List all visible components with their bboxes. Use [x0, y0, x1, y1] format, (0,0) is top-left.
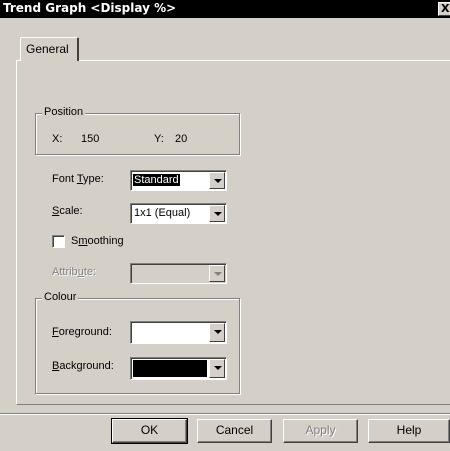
- smoothing-checkbox[interactable]: [52, 235, 65, 248]
- tab-general-label: General: [26, 42, 69, 56]
- background-label: Background:: [52, 360, 114, 372]
- chevron-down-icon[interactable]: [209, 359, 225, 378]
- cancel-button[interactable]: Cancel: [197, 419, 272, 443]
- background-color-select[interactable]: [130, 357, 227, 380]
- colour-group-label: Colour: [42, 291, 79, 303]
- smoothing-label[interactable]: Smoothing: [71, 235, 124, 247]
- scale-label: Scale:: [52, 205, 83, 217]
- chevron-down-icon[interactable]: [209, 172, 225, 189]
- foreground-color-select[interactable]: [130, 321, 227, 344]
- title-bar[interactable]: Trend Graph <Display %> X: [0, 0, 450, 18]
- close-button[interactable]: X: [438, 2, 450, 16]
- chevron-down-icon[interactable]: [209, 323, 225, 342]
- apply-button: Apply: [283, 419, 358, 443]
- scale-value: 1x1 (Equal): [134, 207, 191, 219]
- position-group: Position: [35, 106, 240, 155]
- chevron-down-icon[interactable]: [209, 205, 225, 222]
- chevron-down-icon: [209, 265, 225, 282]
- trend-graph-dialog: Trend Graph <Display %> X General Positi…: [0, 0, 450, 451]
- button-separator: [0, 413, 450, 415]
- position-y-value: 20: [175, 133, 188, 145]
- position-x-value: 150: [81, 133, 100, 145]
- attribute-select: [130, 263, 227, 284]
- font-type-label: Font Type:: [52, 173, 104, 185]
- position-x-label: X:: [52, 133, 63, 145]
- scale-select[interactable]: 1x1 (Equal): [130, 203, 227, 224]
- position-y-label: Y:: [154, 133, 164, 145]
- attribute-label: Attribute:: [52, 266, 97, 278]
- font-type-select[interactable]: Standard: [130, 170, 227, 191]
- foreground-label: Foreground:: [52, 326, 112, 338]
- tab-general[interactable]: General: [20, 37, 79, 61]
- help-button[interactable]: Help: [368, 419, 450, 443]
- font-type-value: Standard: [133, 174, 180, 186]
- ok-button[interactable]: OK: [111, 418, 188, 444]
- position-group-label: Position: [42, 106, 86, 118]
- window-title: Trend Graph <Display %>: [3, 1, 177, 15]
- foreground-swatch: [133, 324, 207, 341]
- background-swatch: [133, 360, 207, 377]
